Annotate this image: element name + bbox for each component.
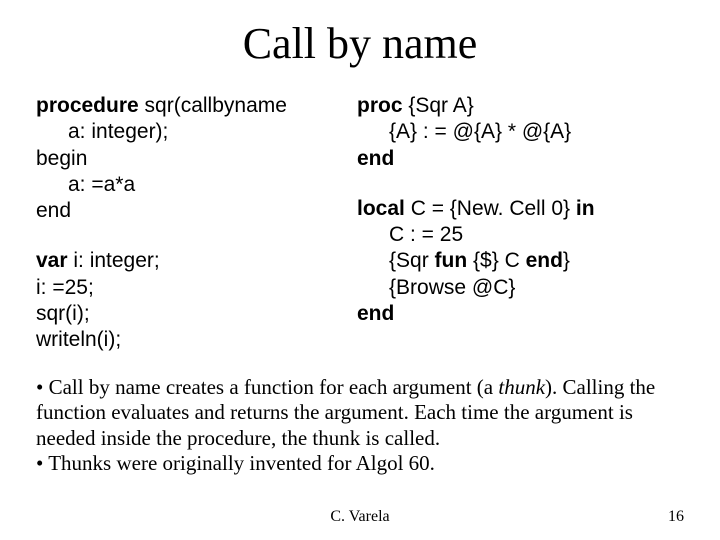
code-text: {Sqr	[389, 249, 435, 272]
slide-title: Call by name	[36, 18, 684, 69]
thunk-term: thunk	[498, 375, 545, 399]
code-text: i: integer;	[68, 249, 160, 272]
code-line: begin	[36, 146, 341, 172]
code-text: {$} C	[467, 249, 525, 272]
code-text: sqr(callbyname	[139, 94, 287, 117]
code-line: i: =25;	[36, 275, 341, 301]
code-line: {A} : = @{A} * @{A}	[357, 119, 684, 145]
code-line: writeln(i);	[36, 327, 341, 353]
bullet-2: • Thunks were originally invented for Al…	[36, 451, 684, 476]
code-line: var i: integer;	[36, 248, 341, 274]
code-line: C : = 25	[357, 222, 684, 248]
keyword-fun: fun	[435, 249, 468, 272]
code-line: a: =a*a	[36, 172, 341, 198]
left-column: procedure sqr(callbyname a: integer); be…	[36, 93, 349, 353]
code-line: {Sqr fun {$} C end}	[357, 248, 684, 274]
body-text: • Call by name creates a function for ea…	[36, 375, 684, 476]
code-text: }	[563, 249, 570, 272]
body-span: • Call by name creates a function for ea…	[36, 375, 498, 399]
keyword-in: in	[576, 197, 595, 220]
keyword-var: var	[36, 249, 68, 272]
right-column: proc {Sqr A} {A} : = @{A} * @{A} end loc…	[349, 93, 684, 353]
spacer	[357, 172, 684, 196]
code-columns: procedure sqr(callbyname a: integer); be…	[36, 93, 684, 353]
keyword-end: end	[526, 249, 563, 272]
keyword-end: end	[357, 147, 394, 170]
code-line: local C = {New. Cell 0} in	[357, 196, 684, 222]
slide: Call by name procedure sqr(callbyname a:…	[0, 0, 720, 540]
code-line: end	[357, 146, 684, 172]
code-line: {Browse @C}	[357, 275, 684, 301]
footer-page: 16	[668, 508, 684, 526]
spacer	[36, 224, 341, 248]
code-text: C = {New. Cell 0}	[405, 197, 576, 220]
code-line: proc {Sqr A}	[357, 93, 684, 119]
keyword-proc: proc	[357, 94, 403, 117]
code-line: a: integer);	[36, 119, 341, 145]
code-line: procedure sqr(callbyname	[36, 93, 341, 119]
footer-author: C. Varela	[0, 508, 720, 526]
keyword-end: end	[357, 302, 394, 325]
code-line: sqr(i);	[36, 301, 341, 327]
code-line: end	[357, 301, 684, 327]
code-text: {Sqr A}	[403, 94, 474, 117]
keyword-procedure: procedure	[36, 94, 139, 117]
code-line: end	[36, 198, 341, 224]
keyword-local: local	[357, 197, 405, 220]
bullet-1: • Call by name creates a function for ea…	[36, 375, 684, 451]
